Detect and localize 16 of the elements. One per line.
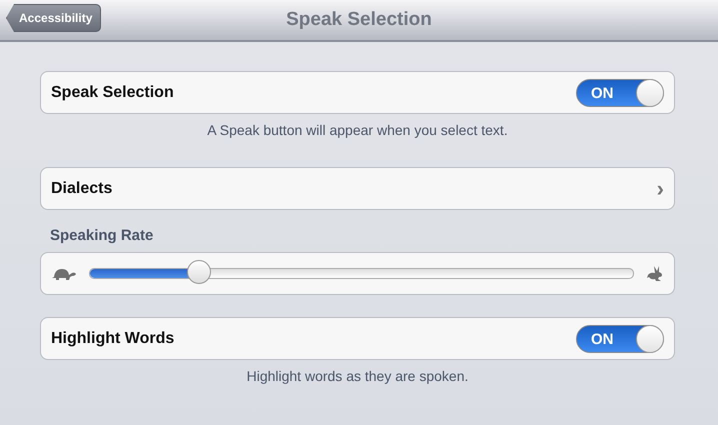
toggle-switch[interactable]: ON	[576, 78, 664, 106]
row-label: Speak Selection	[51, 84, 175, 102]
footer-note: Highlight words as they are spoken.	[246, 368, 470, 384]
back-button[interactable]: Accessibility	[6, 4, 102, 32]
row-label: Dialects	[51, 180, 114, 198]
rabbit-icon	[646, 264, 664, 282]
toggle-switch[interactable]: ON	[576, 324, 664, 352]
section-header: Speaking Rate	[50, 227, 154, 244]
dialects-row[interactable]: Dialects ›	[40, 167, 675, 210]
switch-label: ON	[591, 84, 614, 102]
footer-note: A Speak button will appear when you select text.	[206, 122, 509, 138]
slider-thumb[interactable]	[186, 260, 211, 284]
page-title: Speak Selection	[286, 9, 432, 31]
row-label: Highlight Words	[51, 330, 176, 348]
chevron: ›	[656, 178, 664, 200]
switch-label: ON	[591, 330, 614, 348]
